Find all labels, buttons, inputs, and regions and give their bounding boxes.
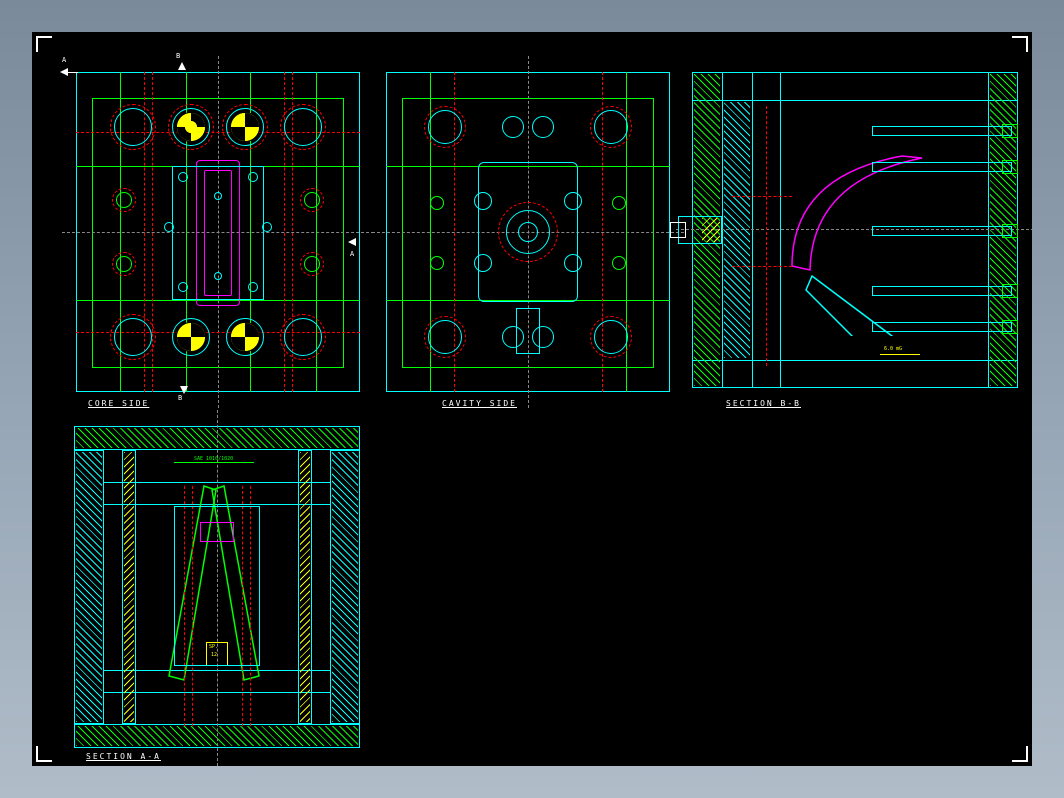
crop-corner-bl	[36, 746, 52, 762]
view-section-bb: 6.0 mG	[692, 66, 1018, 392]
section-tag-b-top: B	[176, 52, 180, 60]
label-cavity-side: CAVITY SIDE	[442, 399, 517, 408]
crop-corner-tl	[36, 36, 52, 52]
section-arrow	[180, 386, 188, 394]
view-cavity-side	[386, 72, 670, 392]
view-core-side	[76, 72, 360, 392]
section-arrow	[60, 68, 68, 76]
section-tag-b-bot: B	[178, 394, 182, 402]
crop-corner-tr	[1012, 36, 1028, 52]
section-tag-a-top: A	[62, 56, 66, 64]
view-section-aa: SP. 12 SAE 1010/1020	[74, 426, 360, 750]
section-arrow	[348, 238, 356, 246]
section-arrow	[178, 62, 186, 70]
cad-canvas[interactable]: CORE SIDE A B B A	[32, 32, 1032, 766]
label-section-bb: SECTION B-B	[726, 399, 801, 408]
section-tag-a-right: A	[350, 250, 354, 258]
label-section-aa: SECTION A-A	[86, 752, 161, 761]
label-core-side: CORE SIDE	[88, 399, 149, 408]
crop-corner-br	[1012, 746, 1028, 762]
